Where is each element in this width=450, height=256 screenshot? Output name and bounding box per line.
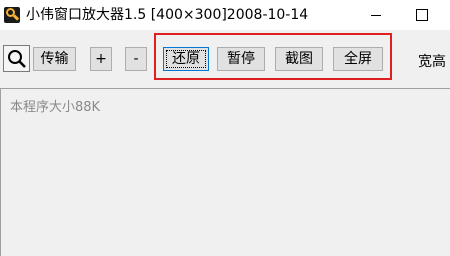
- zoom-out-button[interactable]: -: [125, 47, 147, 71]
- title-bar[interactable]: 小伟窗口放大器1.5 [400×300]2008-10-14: [0, 0, 450, 30]
- width-height-label: 宽高: [418, 54, 446, 70]
- transfer-button-label: 传输: [40, 51, 69, 67]
- window-title: 小伟窗口放大器1.5 [400×300]2008-10-14: [26, 7, 309, 23]
- zoom-in-button-label: +: [95, 51, 107, 67]
- magnifier-view-area[interactable]: 本程序大小88K: [0, 88, 450, 256]
- search-icon: [8, 50, 26, 68]
- zoom-in-button[interactable]: +: [90, 47, 112, 71]
- zoom-out-button-label: -: [133, 51, 139, 67]
- minimize-button[interactable]: [352, 0, 398, 30]
- magnifier-icon[interactable]: [3, 45, 30, 72]
- highlight-annotation-box: [154, 33, 392, 80]
- maximize-button[interactable]: [404, 0, 450, 30]
- transfer-button[interactable]: 传输: [33, 47, 76, 71]
- program-size-text: 本程序大小88K: [10, 100, 101, 115]
- magnifier-app-icon[interactable]: [4, 7, 20, 23]
